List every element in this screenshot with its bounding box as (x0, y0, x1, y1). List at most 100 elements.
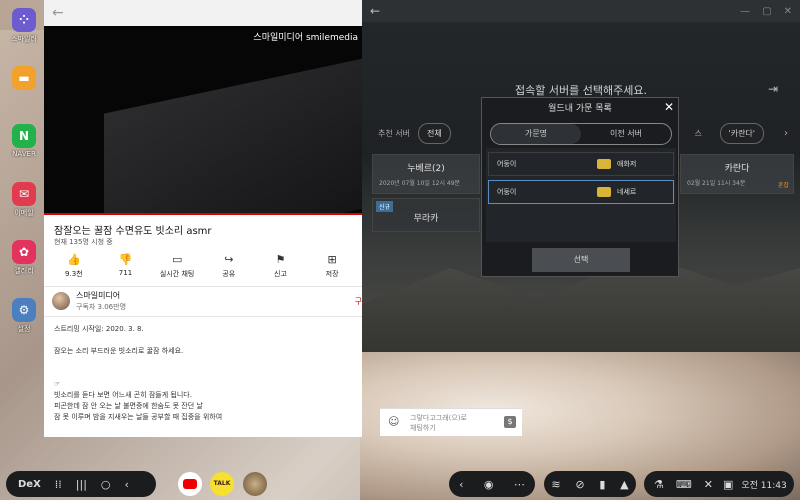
naver-icon: N (12, 124, 36, 148)
dex-label[interactable]: DeX (18, 479, 41, 490)
dislike-count: 711 (118, 269, 133, 277)
report-button[interactable]: ⚑ 신고 (258, 253, 302, 279)
share-icon: ↪ (224, 253, 234, 266)
home-icon[interactable]: ○ (101, 478, 111, 491)
screenshot-icon[interactable]: ▣ (723, 478, 733, 491)
save-button[interactable]: ⊞ 저장 (310, 253, 354, 279)
chevron-left-icon[interactable]: ‹ (459, 478, 463, 491)
send-icon[interactable]: $ (504, 416, 516, 428)
back-icon[interactable]: ‹ (125, 478, 129, 491)
description-line: 피곤한데 잠 안 오는 날 불면증에 한숨도 못 잔던 날 (54, 402, 203, 410)
youtube-titlebar: ← (44, 0, 362, 26)
chat-placeholder-line: 채팅하기 (410, 424, 436, 432)
dock-app-0[interactable]: ⁘ 스마일러 (2, 8, 46, 44)
modal-title: 월드내 가문 목록 (548, 104, 612, 114)
server-emblem-icon (597, 187, 611, 197)
taskbar-system: ⚗ ⌨ ✕ ▣ 오전 11:43 (644, 471, 794, 497)
server-card-muraka[interactable]: 신규 무라카 (372, 198, 480, 232)
close-icon[interactable]: ✕ (784, 6, 792, 17)
dock-app-3[interactable]: ✉ 이메일 (2, 182, 46, 218)
game-titlebar: ← — ▢ ✕ (362, 0, 800, 22)
server-card-nubere[interactable]: 누베르(2) 2020년 07월 10일 12시 49분 (372, 154, 480, 194)
mute-icon[interactable]: ✕ (704, 478, 713, 491)
dock-app-label: NAVER (12, 150, 36, 158)
subscribe-button[interactable]: 구 (355, 296, 362, 307)
close-icon[interactable]: ✕ (664, 100, 674, 114)
more-icon[interactable]: ⋯ (514, 478, 525, 491)
maximize-icon[interactable]: ▢ (762, 6, 771, 17)
video-progress-bar[interactable] (44, 213, 362, 215)
tab-recommended[interactable]: 추천 서버 (370, 124, 418, 143)
family-list-modal: 월드내 가문 목록 ✕ 가문명 이전 서버 어둥이 애화저 어둥이 네세르 선택 (481, 97, 679, 277)
list-item[interactable]: 어둥이 애화저 (488, 152, 674, 176)
dislike-button[interactable]: 👎 711 (103, 253, 147, 279)
server-emblem-icon (597, 159, 611, 169)
tab-previous-server[interactable]: 이전 서버 (581, 124, 671, 144)
dock-app-4[interactable]: ✿ 갤러리 (2, 240, 46, 276)
server-date: 2020년 07월 10일 12시 49분 (379, 180, 461, 187)
game-app-icon[interactable] (243, 472, 267, 496)
dock-app-label: 설정 (17, 325, 31, 333)
back-arrow-icon[interactable]: ← (370, 4, 380, 18)
channel-info[interactable]: 스마일미디어 구독자 3.06만명 (52, 290, 126, 312)
battery-icon[interactable]: ▮ (599, 478, 605, 491)
taskbar-status: ≋ ⊘ ▮ ▲ (544, 471, 636, 497)
dock-app-5[interactable]: ⚙ 설정 (2, 298, 46, 334)
recents-icon[interactable]: ||| (76, 478, 87, 491)
save-icon: ⊞ (327, 253, 337, 266)
like-button[interactable]: 👍 9.3천 (52, 253, 96, 279)
description-line: 잠오는 소리 부드러운 빗소리로 꿀잠 하세요. (54, 347, 184, 355)
dock-app-label: 갤러리 (14, 267, 34, 275)
share-label: 공유 (222, 270, 236, 278)
family-list: 어둥이 애화저 어둥이 네세르 (486, 148, 676, 242)
server-date: 02월 21일 11시 34분 (687, 180, 746, 187)
youtube-app-icon[interactable] (178, 472, 202, 496)
minimize-icon[interactable]: — (740, 6, 750, 17)
divider (44, 316, 362, 317)
chat-input-bar[interactable]: ☺ 그랗다고그래(으)로 채팅하기 $ (380, 408, 522, 436)
wifi-icon[interactable]: ≋ (551, 478, 560, 491)
back-arrow-icon[interactable]: ← (52, 5, 64, 21)
tab-suffix[interactable]: 스 (687, 124, 710, 143)
chevron-right-icon[interactable]: › (784, 128, 788, 139)
expand-up-icon[interactable]: ▲ (620, 478, 628, 491)
select-button[interactable]: 선택 (532, 248, 630, 272)
tab-family-name[interactable]: 가문명 (491, 124, 581, 144)
dock-app-1[interactable]: ▬ (2, 66, 46, 92)
description-line: ☞ (54, 380, 61, 388)
exit-icon[interactable]: ⇥ (768, 82, 778, 96)
chrome-icon[interactable]: ◉ (484, 478, 494, 491)
description-line: 잠 못 이루며 밤을 지새우는 날들 공부할 때 집중을 위하여 (54, 413, 223, 421)
tab-karanda[interactable]: '카란다' (719, 122, 764, 144)
list-item[interactable]: 어둥이 네세르 (488, 180, 674, 204)
description-line: 빗소리를 듣다 보면 어느새 곤히 잠들게 됩니다. (54, 391, 192, 399)
youtube-window: ← 스마일미디어 smilemedia 잠잘오는 꿀잠 수면유도 빗소리 asm… (44, 0, 362, 437)
server-card-karanda[interactable]: 카란다 02월 21일 11시 34분 혼잡 (680, 154, 794, 194)
video-frame-object (104, 58, 362, 214)
video-title: 잠잘오는 꿀잠 수면유도 빗소리 asmr (54, 226, 212, 237)
lab-icon[interactable]: ⚗ (654, 478, 664, 491)
do-not-disturb-icon[interactable]: ⊘ (575, 478, 584, 491)
taskbar-nav: DeX ⁞⁞ ||| ○ ‹ (6, 471, 156, 497)
emoji-icon[interactable]: ☺ (388, 415, 399, 428)
video-description: 스트리밍 시작일: 2020. 3. 8. 잠오는 소리 부드러운 빗소리로 꿀… (54, 324, 222, 423)
tab-all[interactable]: 전체 (417, 122, 451, 144)
family-name: 어둥이 (497, 188, 517, 196)
channel-name[interactable]: 스마일미디어 (76, 290, 126, 301)
kakaotalk-app-icon[interactable]: TALK (210, 472, 234, 496)
channel-subscribers: 구독자 3.06만명 (76, 303, 127, 311)
chat-placeholder[interactable]: 그랗다고그래(으)로 채팅하기 (410, 413, 467, 433)
divider (44, 286, 362, 287)
description-line (54, 357, 222, 368)
server-status-badge: 혼잡 (777, 182, 789, 189)
live-chat-button[interactable]: ▭ 실시간 채팅 (155, 253, 199, 279)
avatar[interactable] (52, 292, 70, 310)
dock-app-2[interactable]: N NAVER (2, 124, 46, 158)
video-watermark: 스마일미디어 smilemedia (253, 33, 358, 43)
video-player[interactable]: 스마일미디어 smilemedia (44, 26, 362, 214)
app-grid-icon[interactable]: ⁞⁞ (55, 478, 62, 491)
description-line: 스트리밍 시작일: 2020. 3. 8. (54, 325, 144, 333)
share-button[interactable]: ↪ 공유 (207, 253, 251, 279)
keyboard-icon[interactable]: ⌨ (676, 478, 692, 491)
flag-icon: ⚑ (275, 253, 286, 266)
